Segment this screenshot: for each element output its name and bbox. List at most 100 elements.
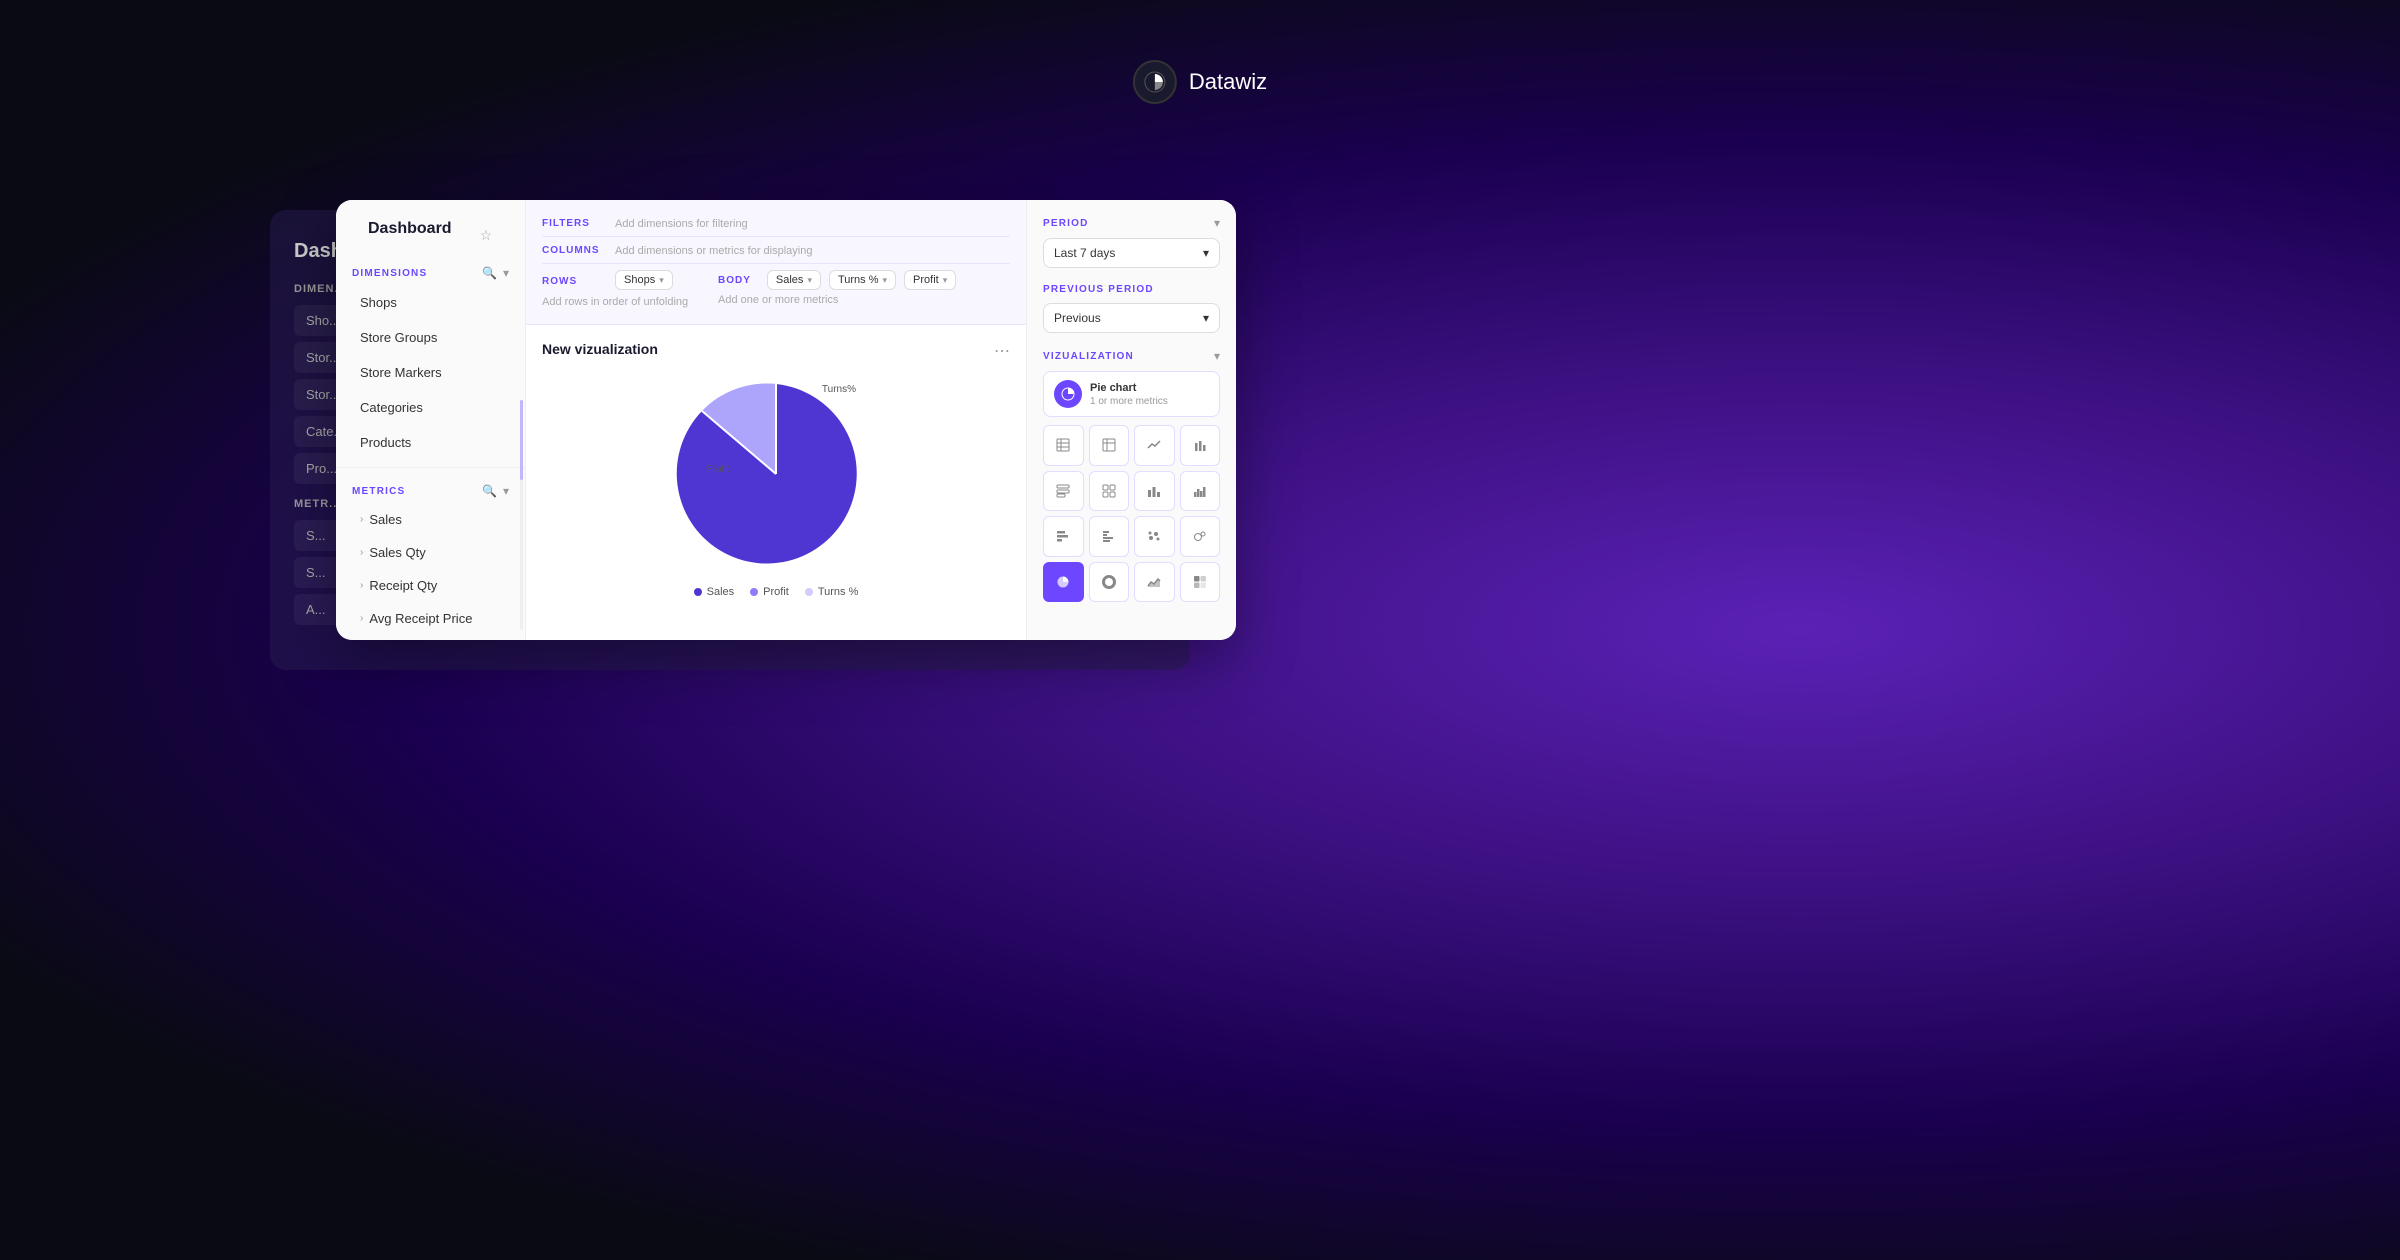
viz-chart-sub: 1 or more metrics xyxy=(1090,396,1168,407)
dimensions-collapse-btn[interactable]: ▾ xyxy=(503,266,509,280)
viz-btn-list[interactable] xyxy=(1043,471,1084,512)
pie-chart: Profit Turns% xyxy=(676,374,876,574)
metrics-header: METRICS 🔍 ▾ xyxy=(336,476,525,502)
chart-title: New vizualization xyxy=(542,341,658,357)
prev-period-header: PREVIOUS PERIOD xyxy=(1043,284,1220,295)
chart-area: New vizualization ⋯ xyxy=(526,325,1026,640)
dimensions-search-btn[interactable]: 🔍 xyxy=(482,266,497,280)
columns-label: COLUMNS xyxy=(542,243,607,256)
sidebar: Dashboard ☆ DIMENSIONS 🔍 ▾ Shops Store G… xyxy=(336,200,526,640)
body-label: BODY xyxy=(718,275,751,286)
body-hint: Add one or more metrics xyxy=(718,294,1010,306)
legend-sales-dot xyxy=(694,588,702,596)
logo-icon xyxy=(1133,60,1177,104)
star-icon[interactable]: ☆ xyxy=(480,227,493,244)
sidebar-divider xyxy=(336,467,525,468)
viz-btn-pivot[interactable] xyxy=(1089,425,1130,466)
sidebar-item-shops[interactable]: Shops xyxy=(344,286,517,319)
columns-row: COLUMNS Add dimensions or metrics for di… xyxy=(542,237,1010,264)
pie-label-turns: Turns% xyxy=(822,384,856,395)
viz-header: VIZUALIZATION ▾ xyxy=(1043,349,1220,363)
viz-btn-summary[interactable] xyxy=(1089,471,1130,512)
period-select[interactable]: Last 7 days ▾ xyxy=(1043,238,1220,268)
filters-row: FILTERS Add dimensions for filtering xyxy=(542,210,1010,237)
viz-btn-table[interactable] xyxy=(1043,425,1084,466)
metrics-search-btn[interactable]: 🔍 xyxy=(482,484,497,498)
legend-turns: Turns % xyxy=(805,586,859,598)
chart-legend: Sales Profit Turns % xyxy=(694,586,859,598)
prev-period-arrow-icon: ▾ xyxy=(1203,311,1209,325)
viz-btn-bubble[interactable] xyxy=(1180,516,1221,557)
viz-btn-hbar2[interactable] xyxy=(1089,516,1130,557)
viz-grid xyxy=(1043,425,1220,602)
config-panel: FILTERS Add dimensions for filtering COL… xyxy=(526,200,1026,325)
filters-hint: Add dimensions for filtering xyxy=(615,216,748,230)
rows-chip-shops[interactable]: Shops ▾ xyxy=(615,270,673,290)
filters-label: FILTERS xyxy=(542,216,607,229)
viz-section: VIZUALIZATION ▾ Pie chart 1 or more metr… xyxy=(1043,349,1220,602)
sidebar-item-store-groups[interactable]: Store Groups xyxy=(344,321,517,354)
main-card: Dashboard ☆ DIMENSIONS 🔍 ▾ Shops Store G… xyxy=(336,200,1236,640)
rows-body-row: ROWS Shops ▾ Add rows in order of unfold… xyxy=(542,264,1010,314)
viz-chevron-icon: ▾ xyxy=(1214,349,1220,363)
prev-period-select[interactable]: Previous ▾ xyxy=(1043,303,1220,333)
chevron-icon: › xyxy=(360,547,363,558)
content-area: FILTERS Add dimensions for filtering COL… xyxy=(526,200,1026,640)
sidebar-item-categories[interactable]: Categories xyxy=(344,391,517,424)
viz-btn-donut[interactable] xyxy=(1089,562,1130,603)
body-chip-sales[interactable]: Sales ▾ xyxy=(767,270,821,290)
dimensions-label: DIMENSIONS xyxy=(352,268,427,279)
legend-profit-dot xyxy=(750,588,758,596)
metrics-collapse-btn[interactable]: ▾ xyxy=(503,484,509,498)
period-header: PERIOD ▾ xyxy=(1043,216,1220,230)
viz-btn-scatter[interactable] xyxy=(1134,516,1175,557)
right-panel: PERIOD ▾ Last 7 days ▾ PREVIOUS PERIOD P… xyxy=(1026,200,1236,640)
scroll-thumb xyxy=(520,400,523,480)
metrics-item-avg-receipt[interactable]: › Avg Receipt Price xyxy=(344,603,517,634)
viz-btn-hbar[interactable] xyxy=(1043,516,1084,557)
legend-profit: Profit xyxy=(750,586,789,598)
body-chip-profit[interactable]: Profit ▾ xyxy=(904,270,956,290)
viz-label: VIZUALIZATION xyxy=(1043,351,1134,362)
metrics-item-sales[interactable]: › Sales xyxy=(344,504,517,535)
viz-btn-pie[interactable] xyxy=(1043,562,1084,603)
dimensions-icons: 🔍 ▾ xyxy=(482,266,509,280)
dashboard-title: Dashboard xyxy=(352,220,468,250)
viz-chart-info: Pie chart 1 or more metrics xyxy=(1043,371,1220,417)
top-logo: Datawiz xyxy=(1133,60,1267,104)
viz-btn-bar[interactable] xyxy=(1180,425,1221,466)
pie-label-profit: Profit xyxy=(706,464,729,475)
viz-btn-colbar2[interactable] xyxy=(1180,471,1221,512)
chevron-icon: › xyxy=(360,580,363,591)
prev-period-label: PREVIOUS PERIOD xyxy=(1043,284,1154,295)
sidebar-item-products[interactable]: Products xyxy=(344,426,517,459)
period-select-arrow-icon: ▾ xyxy=(1203,246,1209,260)
sidebar-item-store-markers[interactable]: Store Markers xyxy=(344,356,517,389)
period-section: PERIOD ▾ Last 7 days ▾ xyxy=(1043,216,1220,268)
period-chevron-icon: ▾ xyxy=(1214,216,1220,230)
legend-turns-dot xyxy=(805,588,813,596)
chart-container: Profit Turns% Sales Profit Turns xyxy=(542,359,1010,612)
legend-sales: Sales xyxy=(694,586,735,598)
viz-chart-name: Pie chart xyxy=(1090,381,1168,395)
metrics-item-receipt-qty[interactable]: › Receipt Qty xyxy=(344,570,517,601)
viz-btn-colbar[interactable] xyxy=(1134,471,1175,512)
rows-label: ROWS xyxy=(542,274,607,287)
metrics-icons: 🔍 ▾ xyxy=(482,484,509,498)
rows-hint: Add rows in order of unfolding xyxy=(542,294,702,308)
body-chip-turns[interactable]: Turns % ▾ xyxy=(829,270,896,290)
chevron-icon: › xyxy=(360,613,363,624)
period-label: PERIOD xyxy=(1043,218,1089,229)
viz-btn-line[interactable] xyxy=(1134,425,1175,466)
chart-more-btn[interactable]: ⋯ xyxy=(994,341,1010,361)
metrics-item-sales-qty[interactable]: › Sales Qty xyxy=(344,537,517,568)
scroll-track xyxy=(520,400,523,630)
viz-btn-heat[interactable] xyxy=(1180,562,1221,603)
viz-btn-area[interactable] xyxy=(1134,562,1175,603)
pie-chart-icon xyxy=(1054,380,1082,408)
chevron-icon: › xyxy=(360,514,363,525)
metrics-label: METRICS xyxy=(352,486,405,497)
columns-hint: Add dimensions or metrics for displaying xyxy=(615,243,812,257)
dimensions-header: DIMENSIONS 🔍 ▾ xyxy=(336,258,525,284)
prev-period-section: PREVIOUS PERIOD Previous ▾ xyxy=(1043,284,1220,333)
